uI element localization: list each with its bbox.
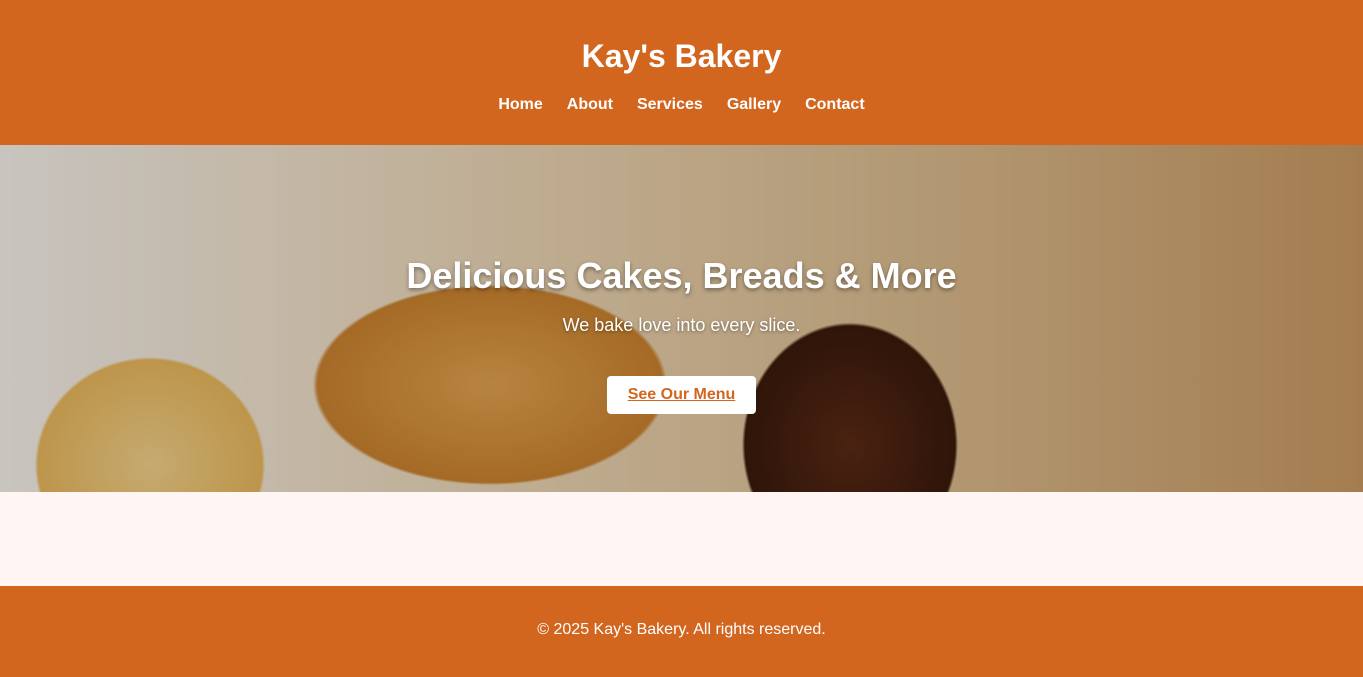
copyright-text: © 2025 Kay's Bakery. All rights reserved… bbox=[537, 621, 826, 638]
nav-about[interactable]: About bbox=[567, 96, 613, 114]
nav-gallery[interactable]: Gallery bbox=[727, 96, 781, 114]
see-menu-button[interactable]: See Our Menu bbox=[606, 376, 757, 414]
nav-contact[interactable]: Contact bbox=[805, 96, 865, 114]
nav-home[interactable]: Home bbox=[498, 96, 542, 114]
site-title: Kay's Bakery bbox=[581, 38, 782, 74]
site-header: Kay's Bakery Home About Services Gallery… bbox=[0, 0, 1363, 145]
content-area bbox=[0, 492, 1363, 586]
nav-services[interactable]: Services bbox=[637, 96, 703, 114]
hero-content: Delicious Cakes, Breads & More We bake l… bbox=[0, 145, 1363, 414]
hero-banner: Delicious Cakes, Breads & More We bake l… bbox=[0, 145, 1363, 492]
hero-subheading: We bake love into every slice. bbox=[562, 315, 801, 335]
site-footer: © 2025 Kay's Bakery. All rights reserved… bbox=[0, 586, 1363, 677]
main-nav: Home About Services Gallery Contact bbox=[0, 96, 1363, 114]
hero-heading: Delicious Cakes, Breads & More bbox=[406, 255, 957, 296]
